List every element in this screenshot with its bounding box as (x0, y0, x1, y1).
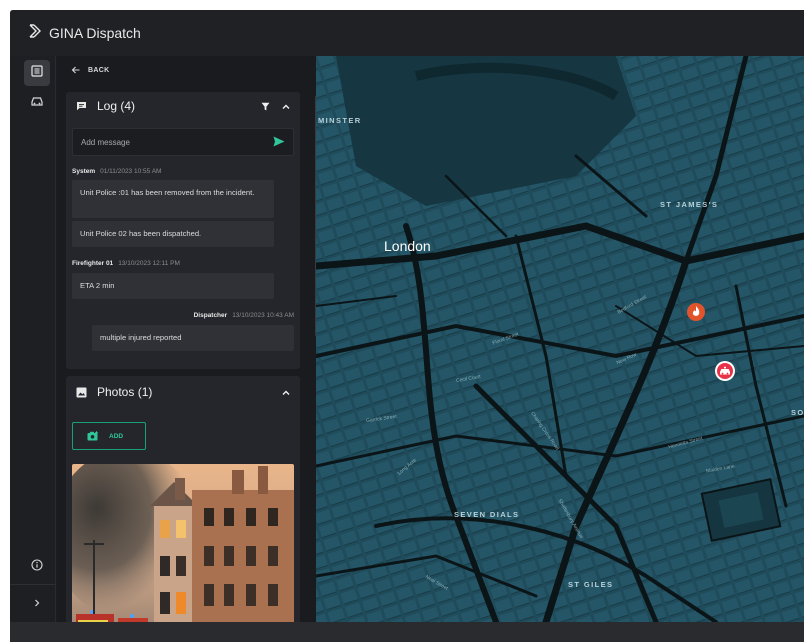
photos-header[interactable]: Photos (1) (66, 378, 300, 406)
log-timestamp: 13/10/2023 12:11 PM (118, 260, 180, 267)
units-button[interactable] (24, 90, 50, 116)
info-icon (31, 558, 43, 576)
add-message-placeholder: Add message (81, 137, 130, 147)
app-window: GINA Dispatch BACK Log (4) Add message S… (10, 10, 804, 642)
log-message: ETA 2 min (72, 273, 274, 299)
comment-icon (76, 101, 87, 111)
log-title: Log (4) (97, 99, 136, 113)
log-entry-meta: Firefighter 01 13/10/2023 12:11 PM (72, 260, 180, 267)
collapse-photos-icon[interactable] (282, 386, 290, 400)
log-sender: Dispatcher (193, 312, 228, 319)
incident-list-button[interactable] (24, 60, 50, 86)
photos-title: Photos (1) (97, 385, 153, 399)
log-timestamp: 13/10/2023 10:43 AM (232, 312, 294, 319)
map-district-label: ST JAMES'S (660, 200, 719, 209)
map-district-label: SO (791, 408, 804, 417)
map-district-label: MINSTER (318, 116, 362, 125)
title-bar: GINA Dispatch (10, 10, 804, 56)
arrow-left-icon (71, 66, 80, 74)
log-message: Unit Police :01 has been removed from th… (72, 180, 274, 218)
map-district-label: ST GILES (568, 580, 614, 589)
info-button[interactable] (24, 554, 50, 580)
collapse-log-icon[interactable] (282, 100, 290, 114)
incident-panel: BACK Log (4) Add message System 01/11/20… (57, 56, 315, 622)
side-rail (10, 56, 56, 622)
log-sender: Firefighter 01 (72, 260, 114, 267)
chevron-right-icon (33, 594, 41, 612)
fire-marker-icon[interactable] (686, 302, 706, 327)
map-canvas (316, 56, 804, 622)
log-card: Log (4) Add message System 01/11/2023 10… (66, 92, 300, 369)
back-button[interactable]: BACK (71, 66, 109, 74)
back-label: BACK (88, 66, 110, 74)
police-marker-icon[interactable] (714, 360, 736, 387)
map-view[interactable]: MINSTER ST JAMES'S SEVEN DIALS ST GILES … (316, 56, 804, 622)
filter-icon[interactable] (261, 100, 270, 114)
rail-divider (10, 584, 56, 585)
log-header[interactable]: Log (4) (66, 92, 300, 120)
log-message: multiple injured reported (92, 325, 294, 351)
incident-photo[interactable] (72, 464, 294, 622)
add-message-input[interactable]: Add message (72, 128, 294, 156)
log-message: Unit Police 02 has been dispatched. (72, 221, 274, 247)
app-title: GINA Dispatch (49, 25, 141, 41)
add-photo-button[interactable]: ADD (72, 422, 146, 450)
send-icon[interactable] (273, 136, 285, 149)
app-logo-icon (28, 23, 44, 44)
log-timestamp: 01/11/2023 10:55 AM (100, 168, 162, 175)
map-city-label: London (384, 238, 431, 254)
list-icon (31, 64, 43, 82)
log-entry-meta: Dispatcher 13/10/2023 10:43 AM (194, 312, 294, 319)
add-photo-icon (87, 431, 98, 441)
image-icon (76, 387, 87, 398)
expand-rail-button[interactable] (24, 590, 50, 616)
photos-card: Photos (1) ADD (66, 376, 300, 622)
add-photo-label: ADD (109, 432, 124, 440)
log-sender: System (72, 168, 96, 175)
bottom-bar (10, 622, 804, 642)
log-entry-meta: System 01/11/2023 10:55 AM (72, 168, 161, 175)
car-icon (30, 94, 44, 112)
map-district-label: SEVEN DIALS (454, 510, 520, 519)
